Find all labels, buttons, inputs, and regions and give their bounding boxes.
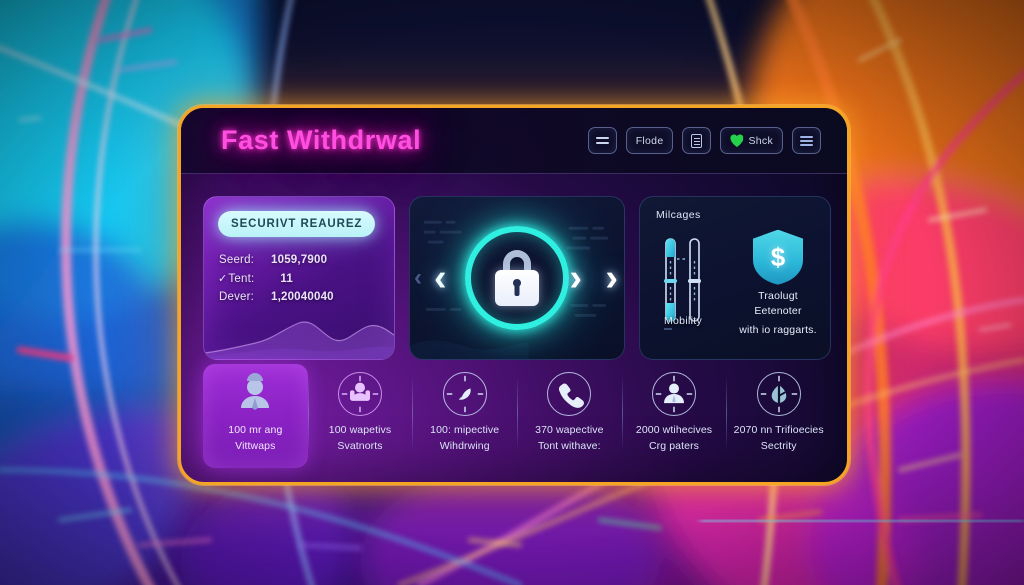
user-avatar-icon [233, 372, 277, 416]
stat-item-text: 100: mipective Wihdrwing [430, 423, 499, 455]
clock-target-glyph [760, 375, 797, 413]
stat-line2: Sectrity [760, 439, 797, 452]
stat-item-text: 2070 nn Trifioecies Sectrity [734, 423, 824, 455]
stat-value: 1,20040040 [271, 291, 334, 303]
security-stat-list: Seerd: 1059,7900 ✓ Tent: 11 Dever: 1,200… [218, 254, 382, 303]
person-target-glyph [341, 375, 379, 413]
fast-withdrawal-card: Fast Withdrwal Flode Shck SECURIVT REAUR… [178, 105, 850, 485]
stat-item-svatnorts[interactable]: 100 wapetivs Svatnorts [307, 364, 413, 468]
stats-strip: 100 mr ang Vittwaps 100 wapetivs Svatnor… [203, 364, 831, 468]
padlock-icon [495, 250, 539, 306]
stat-line1: 100: mipective [430, 424, 500, 436]
shield-column: $ Traolugt Eetenoter with io raggarts. [736, 225, 820, 343]
carousel-next-far-icon[interactable]: › [605, 259, 618, 297]
stat-line2: Tont withave: [538, 439, 601, 452]
stat-value: 11 [280, 273, 293, 285]
stat-label: Tent: [228, 273, 255, 285]
equals-icon [595, 135, 609, 147]
clock-target-icon [756, 372, 801, 416]
security-summary-panel: SECURIVT REAUREZ Seerd: 1059,7900 ✓ Tent… [203, 196, 395, 360]
stat-line1: 370 wapective [535, 424, 604, 436]
padlock-body [495, 270, 539, 306]
mileage-caption-line1: Traolugt Eetenoter [754, 289, 802, 317]
lock-carousel-panel: ‹ ‹ › › [409, 196, 625, 360]
carousel-prev-far-icon[interactable]: ‹ [414, 266, 422, 290]
card-header: Fast Withdrwal Flode Shck [181, 108, 847, 174]
flode-button-label: Flode [635, 134, 664, 147]
stat-row: Dever: 1,20040040 [218, 291, 382, 303]
stat-line2: Svatnorts [337, 439, 383, 452]
document-icon [691, 133, 703, 148]
user-target-icon [652, 372, 697, 416]
shck-button-label: Shck [748, 134, 773, 147]
heart-shield-icon [730, 134, 743, 147]
stat-row: Seerd: 1059,7900 [218, 254, 382, 266]
dollar-symbol: $ [770, 241, 786, 272]
stat-line2: Wihdrwing [439, 439, 490, 452]
stat-item-text: 370 wapective Tont withave: [535, 423, 603, 455]
shck-button[interactable]: Shck [720, 127, 783, 154]
gauge-column: Mobility [650, 225, 730, 343]
stat-item-text: 2000 wtihecives Crg paters [636, 423, 712, 455]
stat-item-tont-withave[interactable]: 370 wapective Tont withave: [517, 364, 622, 468]
stat-label: Dever: [219, 291, 255, 303]
stat-line1: 2070 nn Trifioecies [733, 424, 824, 436]
stat-item-wihdrwing[interactable]: 100: mipective Wihdrwing [412, 364, 517, 468]
stat-item-text: 100 wapetivs Svatnorts [329, 423, 392, 455]
person-target-icon [338, 372, 382, 416]
carousel-next-icon[interactable]: › [569, 259, 582, 297]
status-badge: SECURIVT REAUREZ [218, 211, 376, 237]
mobility-label: Mobility [664, 315, 702, 327]
menu-button[interactable] [792, 127, 821, 154]
carousel-prev-icon[interactable]: ‹ [434, 259, 447, 297]
panels-row: SECURIVT REAUREZ Seerd: 1059,7900 ✓ Tent… [203, 196, 831, 360]
mileage-content: Mobility $ Traolugt Eetenoter with io ra… [650, 225, 820, 343]
compass-icon [442, 372, 487, 416]
header-actions: Flode Shck [587, 127, 821, 154]
stat-item-text: 100 mr ang Vittwaps [228, 423, 282, 455]
phone-icon [547, 372, 592, 416]
stat-line2: Crg paters [649, 439, 700, 452]
stat-value: 1059,7900 [271, 254, 328, 266]
stat-line1: 100 wapetivs [328, 424, 392, 436]
stat-row: ✓ Tent: 11 [218, 272, 382, 285]
stat-item-vittwaps[interactable]: 100 mr ang Vittwaps [203, 364, 308, 468]
stat-check-icon: ✓ [218, 273, 228, 285]
stat-item-crg-paters[interactable]: 2000 wtihecives Crg paters [621, 364, 727, 468]
equals-button[interactable] [587, 127, 617, 154]
user-avatar-glyph [241, 373, 270, 410]
stat-line2: Vittwaps [235, 439, 276, 452]
dollar-shield-icon: $ [753, 230, 803, 285]
phone-glyph [559, 383, 585, 408]
stat-line1: 2000 wtihecives [635, 424, 713, 436]
gauge-label: Milcages [656, 209, 701, 221]
stat-line1: 100 mr ang [228, 424, 283, 436]
document-button[interactable] [682, 127, 712, 154]
padlock-keyhole [513, 279, 521, 287]
flode-button[interactable]: Flode [625, 127, 674, 154]
mileage-caption-line2: with io raggarts. [739, 324, 817, 337]
hamburger-icon [800, 134, 813, 148]
mileage-panel: Milcages Mobility $ Traolugt Eetenoter w… [639, 196, 831, 360]
activity-wave-graphic [204, 321, 394, 359]
page-title: Fast Withdrwal [221, 125, 422, 155]
lock-ring [465, 226, 569, 330]
compass-glyph [446, 375, 483, 413]
stat-item-sectrity[interactable]: 2070 nn Trifioecies Sectrity [726, 364, 831, 468]
user-target-glyph [655, 375, 693, 413]
stat-label: Seerd: [219, 254, 255, 266]
